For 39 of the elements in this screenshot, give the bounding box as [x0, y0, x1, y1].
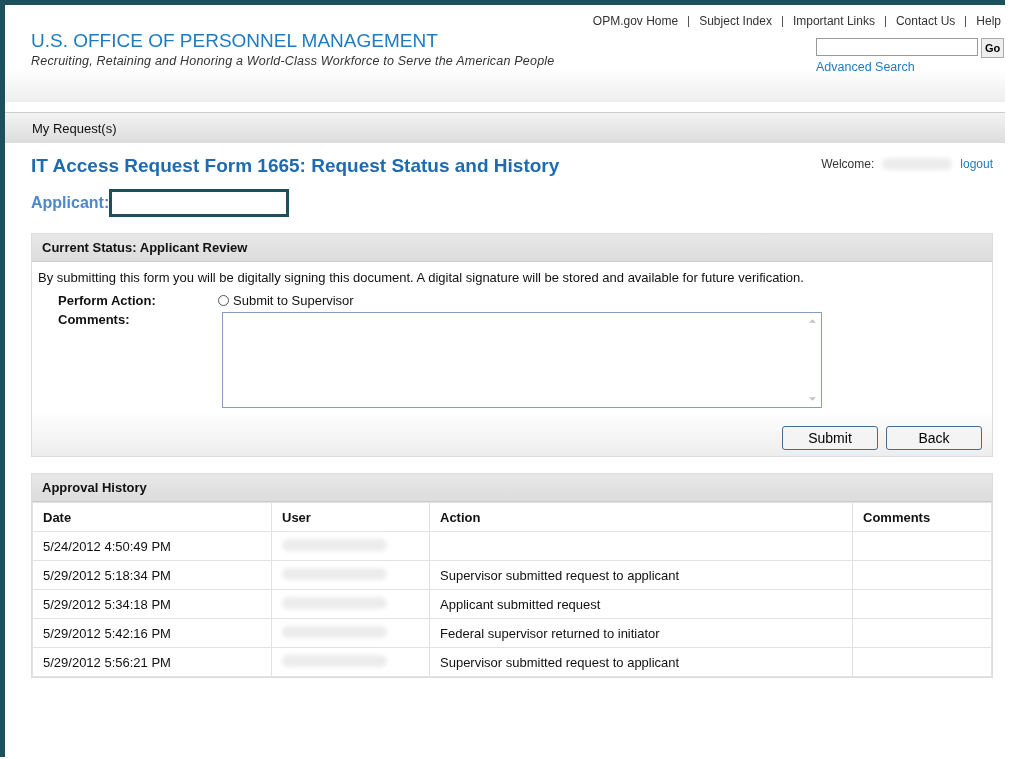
- column-header: Comments: [852, 502, 992, 532]
- page-title: IT Access Request Form 1665: Request Status and History: [31, 155, 560, 177]
- action-cell: Federal supervisor returned to initiator: [440, 625, 660, 641]
- applicant-label: Applicant:: [31, 194, 110, 212]
- date-cell: 5/29/2012 5:34:18 PM: [43, 596, 171, 612]
- comments-field[interactable]: [222, 312, 822, 408]
- panel-header: Approval History: [32, 474, 992, 502]
- scroll-up-icon[interactable]: [807, 318, 817, 324]
- form-button[interactable]: Submit: [782, 426, 878, 450]
- advanced-search-link[interactable]: Advanced Search: [816, 60, 915, 74]
- date-cell: 5/24/2012 4:50:49 PM: [43, 538, 171, 554]
- site-title: U.S. OFFICE OF PERSONNEL MANAGEMENT: [31, 30, 439, 52]
- search-field[interactable]: [816, 38, 978, 56]
- action-cell: Applicant submitted request: [440, 596, 601, 612]
- perform-action-label: Perform Action:: [57, 293, 157, 308]
- scroll-down-icon[interactable]: [807, 396, 817, 402]
- action-cell: Supervisor submitted request to applicant: [440, 654, 680, 670]
- panel-header: Current Status: Applicant Review: [32, 234, 992, 262]
- date-cell: 5/29/2012 5:18:34 PM: [43, 567, 171, 583]
- top-link[interactable]: Contact Us: [895, 14, 956, 28]
- date-cell: 5/29/2012 5:42:16 PM: [43, 625, 171, 641]
- top-link[interactable]: Help: [976, 14, 1001, 28]
- top-link[interactable]: Subject Index: [699, 14, 772, 28]
- logout-link[interactable]: logout: [960, 157, 993, 171]
- column-header: User: [271, 502, 430, 532]
- welcome-label: Welcome:: [821, 157, 875, 171]
- site-tagline: Recruiting, Retaining and Honoring a World-Class Workforce to Serve the American People: [31, 54, 555, 68]
- column-header: Action: [429, 502, 853, 532]
- action-cell: Supervisor submitted request to applicant: [440, 567, 680, 583]
- form-button[interactable]: Back: [886, 426, 982, 450]
- top-link[interactable]: Important Links: [792, 14, 875, 28]
- radio-option[interactable]: Submit to Supervisor: [218, 293, 354, 308]
- top-link[interactable]: OPM.gov Home: [592, 14, 679, 28]
- column-header: Date: [32, 502, 272, 532]
- nav-item[interactable]: My Request(s): [32, 120, 117, 136]
- comments-label: Comments:: [57, 312, 131, 327]
- date-cell: 5/29/2012 5:56:21 PM: [43, 654, 171, 670]
- signature-notice: By submitting this form you will be digitally signing this document. A digital signature will be stored and available for future verification.: [38, 270, 805, 285]
- go-button[interactable]: Go: [981, 38, 1005, 58]
